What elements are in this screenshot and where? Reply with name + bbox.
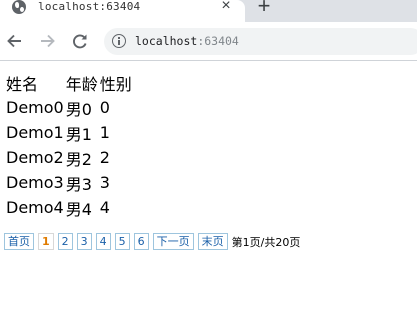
- table-row: Demo3 男3 3: [6, 170, 132, 195]
- page-info: 第1页/共20页: [231, 235, 301, 249]
- new-tab-icon[interactable]: +: [255, 0, 273, 17]
- page-link[interactable]: 2: [57, 233, 73, 250]
- cell-age: 男0: [65, 99, 92, 119]
- browser-tab[interactable]: localhost:63404 ×: [0, 0, 245, 22]
- reload-icon[interactable]: [70, 31, 90, 51]
- cell-age: 男1: [65, 124, 92, 144]
- page-content: 姓名 年龄 性别 Demo0 男0 0 Demo1 男1 1 Demo2 男2 …: [0, 61, 417, 313]
- page-link[interactable]: 5: [114, 233, 130, 250]
- forward-arrow-icon[interactable]: [37, 31, 57, 51]
- first-page-link[interactable]: 首页: [4, 233, 34, 250]
- cell-gender: 1: [99, 123, 110, 142]
- header-age: 年龄: [65, 74, 98, 94]
- table-header-row: 姓名 年龄 性别: [6, 70, 132, 95]
- tab-strip: localhost:63404 × +: [0, 0, 417, 22]
- url-port: :63404: [197, 34, 239, 48]
- table-row: Demo1 男1 1: [6, 120, 132, 145]
- back-arrow-icon[interactable]: [5, 31, 25, 51]
- table-row: Demo2 男2 2: [6, 145, 132, 170]
- page-link[interactable]: 3: [76, 233, 92, 250]
- cell-gender: 2: [99, 148, 110, 167]
- site-info-icon[interactable]: [112, 34, 126, 48]
- cell-gender: 0: [99, 98, 110, 117]
- tab-title: localhost:63404: [38, 0, 141, 13]
- page-link[interactable]: 6: [133, 233, 149, 250]
- cell-name: Demo3: [6, 173, 64, 192]
- page-link[interactable]: 4: [95, 233, 111, 250]
- page-link-current[interactable]: 1: [38, 233, 54, 250]
- cell-gender: 3: [99, 173, 110, 192]
- cell-age: 男3: [65, 174, 92, 194]
- data-table: 姓名 年龄 性别 Demo0 男0 0 Demo1 男1 1 Demo2 男2 …: [4, 70, 134, 220]
- cell-name: Demo1: [6, 123, 64, 142]
- url-host: localhost: [135, 34, 198, 48]
- globe-icon: [12, 0, 26, 14]
- next-page-link[interactable]: 下一页: [152, 233, 194, 250]
- cell-name: Demo4: [6, 198, 64, 217]
- tab-close-icon[interactable]: ×: [218, 0, 234, 14]
- cell-age: 男4: [65, 199, 92, 219]
- cell-name: Demo2: [6, 148, 64, 167]
- header-name: 姓名: [6, 74, 39, 94]
- table-row: Demo0 男0 0: [6, 95, 132, 120]
- header-gender: 性别: [99, 74, 132, 94]
- table-row: Demo4 男4 4: [6, 195, 132, 220]
- cell-gender: 4: [99, 198, 110, 217]
- url-text: localhost:63404: [135, 34, 239, 49]
- last-page-link[interactable]: 末页: [197, 233, 228, 250]
- browser-toolbar: localhost:63404: [0, 22, 417, 61]
- pagination: 首页 1 2 3 4 5 6 下一页 末页 第1页/共20页: [4, 233, 300, 250]
- cell-name: Demo0: [6, 98, 64, 117]
- address-bar[interactable]: localhost:63404: [104, 28, 417, 55]
- cell-age: 男2: [65, 149, 92, 169]
